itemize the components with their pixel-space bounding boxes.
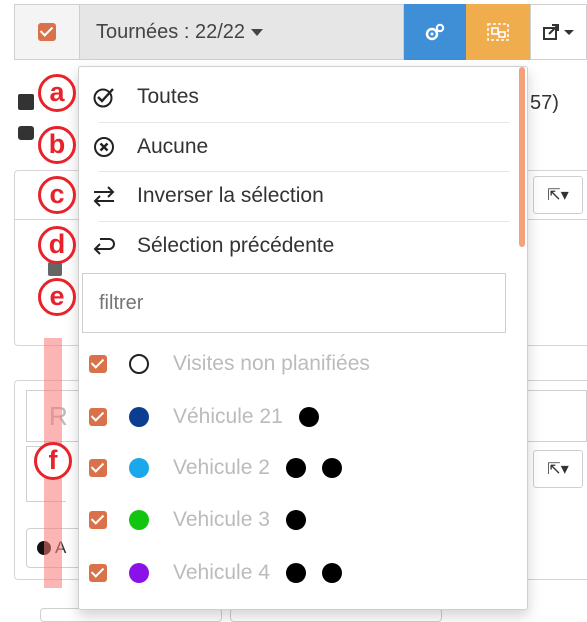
checkbox-icon[interactable] — [89, 408, 107, 426]
vehicle-label: Véhicule 21 — [173, 405, 283, 428]
export-button[interactable] — [530, 4, 587, 60]
tours-dropdown[interactable]: Tournées : 22/22 — [80, 4, 404, 60]
status-group[interactable] — [40, 608, 222, 622]
vehicle-option[interactable]: Vehicule 4 — [89, 553, 342, 593]
annotation-badge-b: b — [38, 126, 76, 164]
map-selection-icon — [487, 23, 509, 41]
empty-circle-icon — [129, 354, 149, 374]
checkbox-icon[interactable] — [89, 355, 107, 373]
selection-menu: Toutes Aucune Inverser la sélection Séle… — [78, 66, 528, 610]
menu-item-label: Sélection précédente — [137, 233, 335, 257]
checkbox-icon[interactable] — [89, 459, 107, 477]
vehicle-color-dot — [129, 563, 149, 583]
checkbox-icon[interactable] — [89, 564, 107, 582]
status-dot-icon — [285, 563, 306, 583]
status-dot-icon — [285, 458, 306, 478]
vehicle-color-dot — [129, 458, 149, 478]
status-group[interactable] — [230, 608, 442, 622]
menu-scrollbar[interactable] — [519, 67, 525, 247]
vehicle-option[interactable]: Visites non planifiées — [89, 344, 370, 384]
vehicle-label: Vehicule 3 — [173, 508, 270, 531]
checkbox-icon[interactable] — [48, 262, 62, 276]
x-circle-icon — [89, 135, 119, 159]
background-icon-row — [18, 124, 34, 145]
settings-button[interactable] — [404, 4, 466, 60]
vehicle-label: Visites non planifiées — [173, 352, 370, 375]
annotation-badge-a: a — [38, 74, 76, 112]
tours-dropdown-label: Tournées : 22/22 — [96, 20, 245, 43]
share-icon: ⇱▾ — [547, 461, 569, 478]
status-dot-icon — [321, 458, 342, 478]
checkbox-icon[interactable] — [89, 511, 107, 529]
background-checkbox-row — [18, 90, 34, 113]
vehicle-color-dot — [129, 510, 149, 530]
status-dot-icon — [298, 407, 319, 427]
return-arrow-icon — [89, 235, 119, 257]
status-dot-icon — [285, 510, 306, 530]
share-icon — [542, 24, 574, 40]
map-view-button[interactable] — [466, 4, 530, 60]
vehicle-option[interactable]: Vehicule 2 — [89, 448, 342, 488]
caret-down-icon — [251, 28, 263, 36]
users-icon — [18, 126, 34, 140]
toolbar: Tournées : 22/22 — [14, 4, 587, 60]
select-all-checkbox[interactable] — [14, 4, 80, 60]
check-circle-icon — [89, 85, 119, 109]
menu-item-all[interactable]: Toutes — [79, 72, 509, 121]
panel-export-button[interactable]: ⇱▾ — [533, 176, 583, 214]
vehicle-label: Vehicule 4 — [173, 561, 270, 584]
checkbox-icon — [38, 23, 56, 41]
annotation-badge-d: d — [38, 226, 76, 264]
menu-item-previous-selection[interactable]: Sélection précédente — [79, 221, 509, 270]
menu-item-none[interactable]: Aucune — [79, 122, 509, 171]
filter-input[interactable] — [82, 273, 506, 333]
annotation-badge-f: f — [34, 442, 72, 480]
vehicle-color-dot — [129, 407, 149, 427]
share-icon: ⇱▾ — [547, 187, 569, 204]
menu-item-invert-selection[interactable]: Inverser la sélection — [79, 171, 509, 220]
vehicle-option[interactable]: Vehicule 3 — [89, 500, 306, 540]
menu-item-label: Inverser la sélection — [137, 183, 324, 207]
route-export-button[interactable]: ⇱▾ — [533, 450, 583, 488]
checkbox-icon — [18, 93, 34, 110]
annotation-badge-e: e — [38, 278, 76, 316]
menu-item-label: Aucune — [137, 134, 209, 158]
vehicle-option[interactable]: Véhicule 21 — [89, 397, 319, 437]
background-count-text: 57) — [530, 92, 559, 114]
menu-item-label: Toutes — [137, 84, 199, 108]
status-dot-icon — [321, 563, 342, 583]
vehicle-label: Vehicule 2 — [173, 456, 270, 479]
annotation-badge-c: c — [38, 176, 76, 214]
swap-arrows-icon — [89, 185, 119, 207]
gears-icon — [425, 23, 445, 41]
